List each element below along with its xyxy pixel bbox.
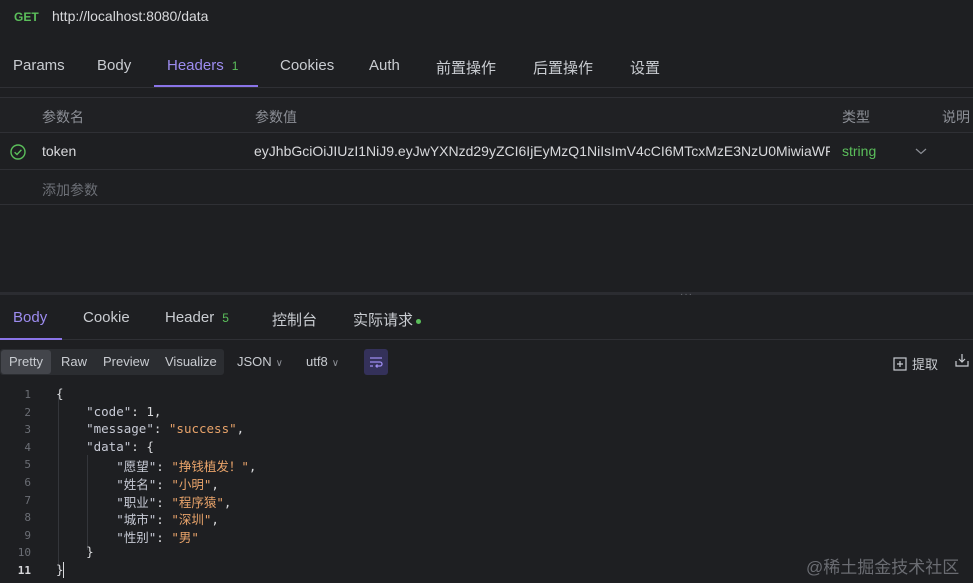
- headers-count-badge: 1: [231, 59, 239, 73]
- response-toolbar: Pretty Raw Preview Visualize JSON ∨ utf8 ∨…: [0, 346, 973, 380]
- code-line[interactable]: 8 "城市": "深圳",: [0, 509, 973, 527]
- resp-tab-header[interactable]: Header 5: [165, 309, 229, 326]
- line-number: 2: [24, 405, 31, 419]
- chevron-down-icon: ∨: [331, 358, 340, 369]
- line-number: 9: [24, 528, 31, 542]
- add-param-placeholder[interactable]: 添加参数: [42, 180, 98, 200]
- param-value-cell[interactable]: eyJhbGciOiJIUzI1NiJ9.eyJwYXNzd29yZCI6IjE…: [254, 143, 830, 159]
- check-circle-icon[interactable]: [10, 144, 26, 160]
- code-text: "职业": "程序猿",: [116, 494, 232, 510]
- chevron-down-icon: ∨: [275, 358, 283, 369]
- tab-headers-label: Headers: [167, 57, 224, 74]
- view-visualize[interactable]: Visualize: [165, 354, 217, 369]
- tab-auth[interactable]: Auth: [369, 57, 400, 74]
- watermark: @稀土掘金技术社区: [806, 558, 960, 577]
- http-method[interactable]: GET: [14, 10, 39, 24]
- response-tabs: Body Cookie Header 5 控制台 实际请求: [0, 298, 973, 340]
- code-line[interactable]: 3 "message": "success",: [0, 421, 973, 439]
- code-text: "姓名": "小明",: [116, 477, 219, 492]
- view-pretty[interactable]: Pretty: [9, 354, 43, 369]
- encoding-select[interactable]: utf8 ∨: [306, 354, 339, 369]
- table-row: token eyJhbGciOiJIUzI1NiJ9.eyJwYXNzd29yZ…: [0, 134, 973, 170]
- resp-header-count-badge: 5: [222, 311, 229, 325]
- text-cursor: [63, 562, 64, 578]
- line-number: 6: [24, 476, 31, 489]
- code-line[interactable]: 2 "code": 1,: [0, 404, 973, 422]
- tab-params[interactable]: Params: [13, 57, 65, 74]
- request-tabs: Params Body Headers 1 Cookies Auth 前置操作 后…: [0, 44, 973, 88]
- url-input[interactable]: http://localhost:8080/data: [52, 8, 208, 24]
- code-line[interactable]: 7 "职业": "程序猿",: [0, 492, 973, 510]
- format-select[interactable]: JSON ∨: [237, 354, 283, 369]
- download-icon[interactable]: [955, 353, 969, 367]
- tab-cookies[interactable]: Cookies: [280, 57, 334, 74]
- tab-settings[interactable]: 设置: [630, 57, 660, 78]
- code-text: "code": 1,: [86, 403, 162, 419]
- code-text: {: [56, 386, 64, 401]
- code-line[interactable]: 6 "姓名": "小明",: [0, 474, 973, 492]
- line-number: 1: [24, 388, 31, 401]
- column-header-value: 参数值: [255, 109, 297, 125]
- word-wrap-button[interactable]: [364, 349, 388, 375]
- status-dot-icon: [416, 318, 422, 324]
- param-type-cell[interactable]: string: [842, 143, 876, 159]
- code-text: "data": {: [86, 438, 154, 454]
- active-tab-indicator: [154, 85, 258, 87]
- resp-tab-body[interactable]: Body: [13, 309, 47, 326]
- chevron-down-icon[interactable]: [915, 146, 927, 156]
- line-number: 11: [17, 564, 31, 577]
- line-number: 4: [24, 440, 31, 454]
- view-preview[interactable]: Preview: [103, 354, 149, 369]
- format-select-value: JSON: [237, 354, 272, 369]
- line-number: 5: [24, 458, 31, 472]
- extract-icon: [893, 356, 907, 371]
- view-raw[interactable]: Raw: [61, 354, 87, 369]
- code-line[interactable]: 5 "愿望": "挣钱植发！",: [0, 456, 973, 474]
- tab-pre-processors[interactable]: 前置操作: [436, 57, 496, 78]
- resp-tab-cookie[interactable]: Cookie: [83, 309, 130, 326]
- table-header: 参数名 参数值 类型 说明: [0, 98, 973, 133]
- extract-button[interactable]: 提取: [893, 354, 938, 373]
- url-bar[interactable]: GET http://localhost:8080/data: [0, 0, 973, 36]
- tab-post-processors[interactable]: 后置操作: [533, 57, 593, 78]
- resp-tab-actual-request[interactable]: 实际请求: [353, 309, 422, 330]
- code-text: "message": "success",: [86, 421, 245, 437]
- column-header-description: 说明: [942, 109, 970, 125]
- view-mode-switch: Pretty Raw Preview Visualize: [0, 349, 224, 375]
- code-text: "性别": "男": [116, 529, 199, 545]
- code-text: }: [56, 544, 94, 560]
- tab-body[interactable]: Body: [97, 57, 131, 74]
- add-param-row[interactable]: 添加参数: [0, 171, 973, 206]
- encoding-select-value: utf8: [306, 354, 328, 369]
- code-line[interactable]: 1{: [0, 386, 973, 404]
- word-wrap-icon: [370, 357, 383, 368]
- extract-label: 提取: [912, 357, 939, 372]
- resp-tab-console[interactable]: 控制台: [272, 309, 317, 330]
- line-number: 8: [24, 511, 31, 525]
- column-header-type: 类型: [842, 109, 870, 125]
- resp-tab-header-label: Header: [165, 309, 215, 326]
- line-number: 3: [24, 423, 31, 437]
- active-tab-indicator: [0, 338, 62, 340]
- line-number: 7: [24, 493, 31, 507]
- tab-headers[interactable]: Headers 1: [167, 57, 238, 74]
- headers-table: 参数名 参数值 类型 说明 token eyJhbGciOiJIUzI1NiJ9…: [0, 97, 973, 205]
- code-text: "愿望": "挣钱植发！",: [116, 459, 257, 475]
- code-text: "城市": "深圳",: [116, 512, 219, 528]
- resp-tab-actual-request-label: 实际请求: [353, 312, 414, 329]
- code-line[interactable]: 9 "性别": "男": [0, 527, 973, 545]
- pane-splitter[interactable]: [0, 292, 973, 295]
- code-line[interactable]: 4 "data": {: [0, 439, 973, 457]
- param-name-cell[interactable]: token: [42, 143, 76, 159]
- line-number: 10: [17, 546, 31, 560]
- column-header-name: 参数名: [42, 109, 84, 125]
